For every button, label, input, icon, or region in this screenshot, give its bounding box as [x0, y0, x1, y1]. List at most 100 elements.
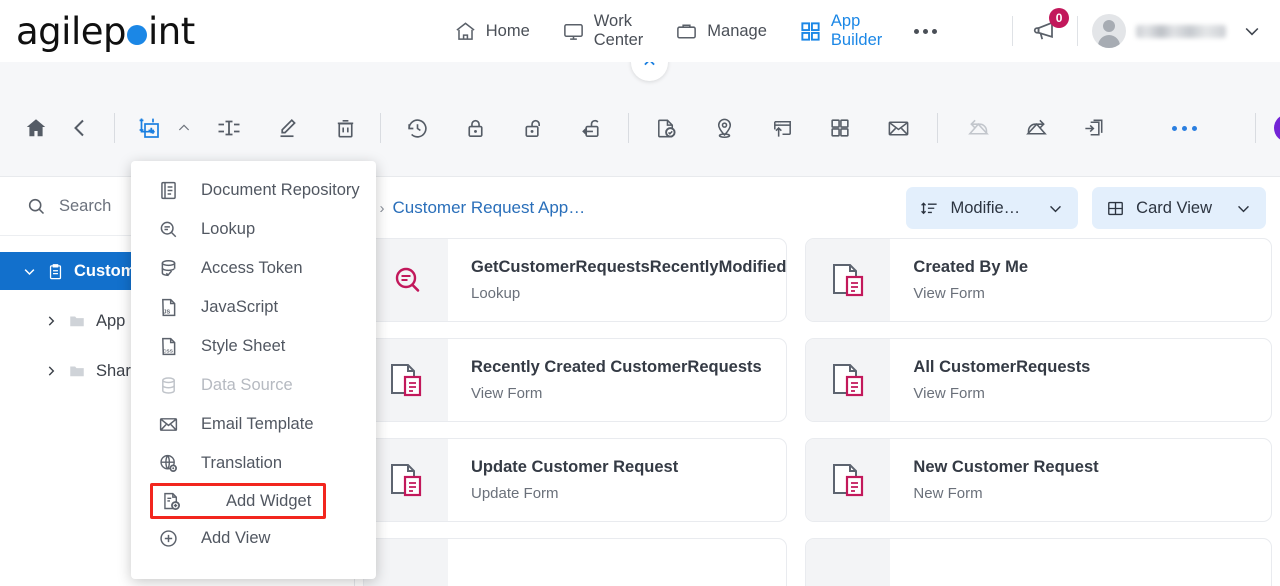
toolbar-location-button[interactable]: [702, 106, 746, 150]
search-icon: [26, 196, 47, 217]
card-body: [448, 576, 471, 584]
chevron-right-icon[interactable]: [44, 314, 58, 328]
menu-item-style-sheet[interactable]: CSS Style Sheet: [131, 327, 376, 366]
menu-label: Translation: [201, 454, 283, 472]
card-item[interactable]: GetCustomerRequestsRecentlyModified Look…: [363, 238, 788, 322]
menu-item-access-token[interactable]: Access Token: [131, 249, 376, 288]
card-item[interactable]: Recently Created CustomerRequests View F…: [363, 338, 788, 422]
card-item[interactable]: [363, 538, 788, 586]
menu-label: Access Token: [201, 259, 303, 277]
rename-icon: [216, 115, 242, 141]
toolbar-unlock-button[interactable]: [511, 106, 555, 150]
menu-item-email-template[interactable]: Email Template: [131, 405, 376, 444]
form-document-icon: [364, 539, 448, 586]
menu-item-lookup[interactable]: Lookup: [131, 210, 376, 249]
folder-icon: [68, 312, 86, 330]
form-document-icon: [364, 339, 448, 421]
toolbar-publish-button[interactable]: [760, 106, 804, 150]
card-body: New Customer Request New Form: [890, 458, 1098, 502]
stylesheet-icon: CSS: [158, 336, 179, 357]
menu-label: Style Sheet: [201, 337, 286, 355]
history-icon: [405, 116, 430, 141]
toolbar-lock-button[interactable]: [453, 106, 497, 150]
toolbar-edit-button[interactable]: [265, 106, 309, 150]
add-object-icon: [136, 115, 162, 141]
sort-button-label: Modifie…: [950, 198, 1021, 217]
card-column-left: GetCustomerRequestsRecentlyModified Look…: [363, 238, 788, 586]
agilepoint-logo[interactable]: agilep int: [16, 10, 195, 53]
sort-button[interactable]: Modifie…: [906, 187, 1079, 229]
access-token-icon: [158, 258, 179, 279]
view-mode-button[interactable]: Card View: [1092, 187, 1266, 229]
announcements-button[interactable]: 0: [1013, 8, 1077, 45]
user-menu-chevron-down-icon[interactable]: [1242, 21, 1262, 41]
toolbar-back-button[interactable]: [58, 106, 102, 150]
menu-item-data-source: Data Source: [131, 366, 376, 405]
toolbar-divider-2: [380, 113, 381, 143]
breadcrumb-current[interactable]: Customer Request App…: [393, 198, 586, 218]
toolbar-import-button[interactable]: [956, 106, 1000, 150]
main-nav: Home Work Center Manage App Builder: [438, 11, 954, 51]
toolbar-export-button[interactable]: [1014, 106, 1058, 150]
nav-item-home[interactable]: Home: [438, 11, 546, 51]
breadcrumb-row: s › Customer Request App… Modifie…: [355, 178, 1280, 238]
menu-item-document-repository[interactable]: Document Repository: [131, 171, 376, 210]
toolbar-home-button[interactable]: [14, 106, 58, 150]
nav-more-options-icon[interactable]: [898, 28, 953, 34]
apps-grid-icon: [828, 116, 852, 140]
toolbar-add-object-caret[interactable]: [171, 106, 197, 150]
toolbar-history-button[interactable]: [395, 106, 439, 150]
export-icon: [1024, 116, 1049, 141]
unlock-icon: [521, 116, 546, 141]
nav-item-manage[interactable]: Manage: [659, 11, 783, 51]
card-body: Recently Created CustomerRequests View F…: [448, 358, 762, 402]
toolbar-document-check-button[interactable]: [644, 106, 688, 150]
check-out-icon: [579, 116, 604, 141]
card-item[interactable]: All CustomerRequests View Form: [805, 338, 1272, 422]
search-placeholder: Search: [59, 197, 112, 215]
menu-item-translation[interactable]: Translation: [131, 444, 376, 483]
toolbar-more-dots-icon[interactable]: [1172, 125, 1197, 131]
location-pin-icon: [712, 116, 737, 141]
avatar[interactable]: [1091, 14, 1126, 48]
toolbar-add-object-button[interactable]: [127, 106, 171, 150]
toolbar-check-out-button[interactable]: [569, 106, 613, 150]
grid-icon: [799, 20, 822, 43]
toolbar-email-button[interactable]: [876, 106, 920, 150]
view-mode-button-label: Card View: [1136, 198, 1212, 217]
toolbar-divider-5: [1255, 113, 1256, 143]
menu-item-javascript[interactable]: JS JavaScript: [131, 288, 376, 327]
lookup-icon: [364, 239, 448, 321]
lookup-icon: [158, 219, 179, 240]
tree-label-custom: Custom: [74, 261, 136, 280]
toolbar-refresh-button[interactable]: [1274, 114, 1280, 142]
toolbar-delete-button[interactable]: [323, 106, 367, 150]
card-title: Update Customer Request: [471, 458, 679, 476]
chevron-up-small-icon: [176, 120, 192, 136]
card-item[interactable]: Update Customer Request Update Form: [363, 438, 788, 522]
svg-text:CSS: CSS: [163, 349, 174, 355]
toolbar-divider-3: [628, 113, 629, 143]
card-item[interactable]: Created By Me View Form: [805, 238, 1272, 322]
card-grid: GetCustomerRequestsRecentlyModified Look…: [355, 238, 1280, 586]
nav-item-app-builder[interactable]: App Builder: [783, 11, 898, 51]
card-item[interactable]: New Customer Request New Form: [805, 438, 1272, 522]
chevron-right-icon[interactable]: [44, 364, 58, 378]
clipboard-icon: [47, 263, 64, 280]
menu-item-add-widget[interactable]: Add Widget: [150, 483, 326, 519]
card-subtitle: Update Form: [471, 485, 559, 502]
toolbar-apps-button[interactable]: [818, 106, 862, 150]
lock-icon: [463, 116, 488, 141]
menu-item-add-view[interactable]: Add View: [131, 519, 376, 558]
document-repository-icon: [158, 180, 179, 201]
card-title: Recently Created CustomerRequests: [471, 358, 762, 376]
toolbar-rename-button[interactable]: [207, 106, 251, 150]
nav-item-work-center[interactable]: Work Center: [546, 11, 660, 51]
logo-text-part2: int: [147, 9, 195, 53]
toolbar-migrate-button[interactable]: [1072, 106, 1116, 150]
card-item[interactable]: [805, 538, 1272, 586]
chevron-down-icon[interactable]: [22, 264, 37, 279]
publish-icon: [770, 116, 795, 141]
card-subtitle: View Form: [913, 385, 985, 402]
card-column-right: Created By Me View Form All CustomerRequ…: [805, 238, 1272, 586]
